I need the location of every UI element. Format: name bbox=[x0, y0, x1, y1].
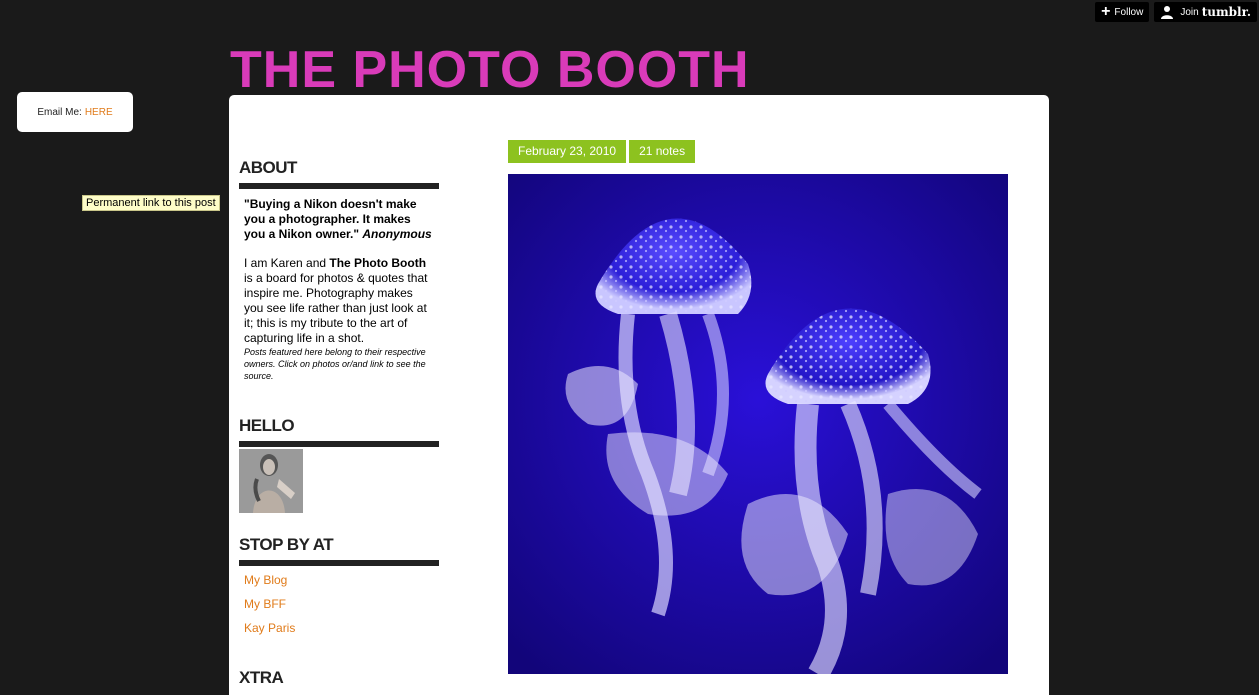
email-box: Email Me: HERE bbox=[17, 92, 133, 132]
email-link[interactable]: HERE bbox=[85, 107, 113, 118]
join-label: Join bbox=[1180, 6, 1199, 18]
about-intro: I am Karen and The Photo Booth is a boar… bbox=[244, 256, 434, 346]
post-notes[interactable]: 21 notes bbox=[629, 140, 696, 163]
intro-strong: The Photo Booth bbox=[329, 256, 427, 270]
avatar[interactable] bbox=[239, 449, 303, 513]
sidebar: ABOUT "Buying a Nikon doesn't make you a… bbox=[239, 158, 439, 693]
about-body: "Buying a Nikon doesn't make you a photo… bbox=[239, 189, 439, 382]
intro-suffix: is a board for photos & quotes that insp… bbox=[244, 271, 428, 345]
xtra-heading: XTRA bbox=[239, 668, 284, 687]
email-label: Email Me: bbox=[37, 106, 82, 118]
jellyfish-image bbox=[508, 174, 1008, 674]
avatar-photo-icon bbox=[239, 449, 303, 513]
about-heading: ABOUT bbox=[239, 158, 439, 189]
follow-label: Follow bbox=[1114, 6, 1144, 18]
join-tumblr-button[interactable]: Join tumblr. bbox=[1154, 2, 1257, 22]
link-kay-paris[interactable]: Kay Paris bbox=[244, 616, 434, 640]
post-photo[interactable] bbox=[508, 174, 1008, 674]
tumblr-controls: + Follow Join tumblr. bbox=[1095, 2, 1257, 22]
about-quote: "Buying a Nikon doesn't make you a photo… bbox=[244, 197, 434, 242]
link-my-bff[interactable]: My BFF bbox=[244, 592, 434, 616]
quote-author: Anonymous bbox=[362, 227, 432, 241]
stop-by-heading: STOP BY AT bbox=[239, 535, 439, 566]
stop-by-links: My Blog My BFF Kay Paris bbox=[239, 566, 439, 640]
link-my-blog[interactable]: My Blog bbox=[244, 568, 434, 592]
about-fine-print: Posts featured here belong to their resp… bbox=[244, 347, 426, 381]
permalink-tooltip: Permanent link to this post bbox=[82, 195, 220, 211]
follow-button[interactable]: + Follow bbox=[1095, 2, 1150, 22]
person-icon bbox=[1160, 5, 1174, 19]
site-title[interactable]: THE PHOTO BOOTH bbox=[230, 44, 750, 96]
hello-heading: HELLO bbox=[239, 416, 439, 447]
post-date[interactable]: February 23, 2010 bbox=[508, 140, 627, 163]
tumblr-logo: tumblr. bbox=[1201, 5, 1251, 19]
post-meta: February 23, 2010 21 notes bbox=[508, 140, 696, 163]
intro-prefix: I am Karen and bbox=[244, 256, 330, 270]
plus-icon: + bbox=[1101, 3, 1111, 20]
